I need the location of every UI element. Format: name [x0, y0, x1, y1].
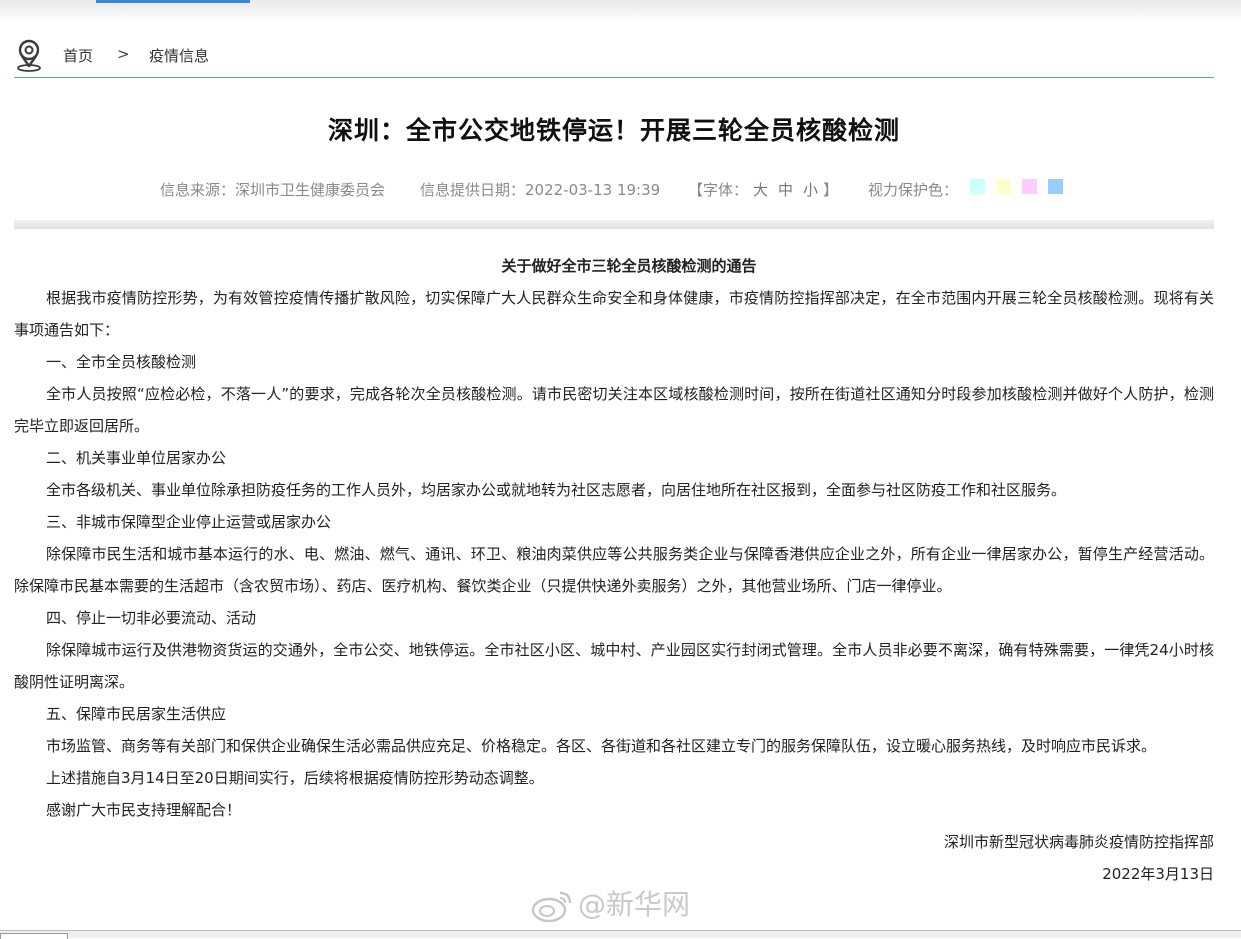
eye-color-swatch-blue[interactable] [1048, 179, 1063, 194]
section-heading: 二、机关事业单位居家办公 [46, 449, 227, 467]
watermark-text: @新华网 [578, 888, 691, 921]
font-size-large-button[interactable]: 大 [753, 181, 768, 199]
eye-color-swatch-cyan[interactable] [970, 179, 985, 194]
active-nav-indicator [96, 0, 250, 3]
content-divider [14, 220, 1214, 229]
font-size-label: 【字体： [688, 181, 749, 199]
font-size-small-button[interactable]: 小 [803, 181, 818, 199]
window-bottom-edge [0, 930, 1241, 939]
paragraph: 市场监管、商务等有关部门和保供企业确保生活必需品供应充足、价格稳定。各区、各街道… [46, 737, 1157, 755]
paragraph: 全市人员按照“应检必检，不落一人”的要求，完成各轮次全员核酸检测。请市民密切关注… [14, 385, 1214, 435]
watermark: @新华网 [530, 883, 720, 927]
eye-care-label: 视力保护色： [868, 181, 959, 199]
font-size-bracket: 】 [823, 181, 839, 199]
publish-date: 信息提供日期：2022-03-13 19:39 [420, 181, 661, 199]
font-size-medium-button[interactable]: 中 [778, 181, 793, 199]
breadcrumb-home-link[interactable]: 首页 [63, 45, 93, 66]
section-heading: 五、保障市民居家生活供应 [46, 705, 227, 723]
breadcrumb: 首页 > 疫情信息 [14, 36, 1214, 78]
paragraph: 根据我市疫情防控形势，为有效管控疫情传播扩散风险，切实保障广大人民群众生命安全和… [14, 289, 1214, 339]
paragraph: 上述措施自3月14日至20日期间实行，后续将根据疫情防控形势动态调整。 [46, 769, 544, 787]
section-heading: 三、非城市保障型企业停止运营或居家办公 [46, 513, 332, 531]
info-source: 信息来源：深圳市卫生健康委员会 [160, 181, 386, 199]
font-size-controls: 【字体：大中小】 [688, 179, 838, 200]
page-title: 深圳：全市公交地铁停运！开展三轮全员核酸检测 [327, 116, 900, 145]
paragraph: 全市各级机关、事业单位除承担防疫任务的工作人员外，均居家办公或就地转为社区志愿者… [46, 481, 1067, 499]
weibo-logo-icon [531, 891, 572, 923]
paragraph: 除保障城市运行及供港物资货运的交通外，全市公交、地铁停运。全市社区小区、城中村、… [14, 641, 1214, 691]
notice-title: 关于做好全市三轮全员核酸检测的通告 [501, 257, 757, 275]
signature: 深圳市新型冠状病毒肺炎疫情防控指挥部 [943, 833, 1214, 851]
location-pin-icon [17, 39, 41, 72]
breadcrumb-separator: > [117, 45, 130, 63]
eye-color-swatch-yellow[interactable] [996, 179, 1011, 194]
paragraph: 除保障市民生活和城市基本运行的水、电、燃油、燃气、通讯、环卫、粮油肉菜供应等公共… [14, 545, 1214, 595]
section-heading: 四、停止一切非必要流动、活动 [46, 609, 257, 627]
breadcrumb-current-link[interactable]: 疫情信息 [149, 45, 209, 66]
bottom-tab-stub [0, 933, 68, 939]
section-heading: 一、全市全员核酸检测 [46, 353, 197, 371]
paragraph: 感谢广大市民支持理解配合！ [46, 801, 242, 819]
eye-color-swatch-pink[interactable] [1022, 179, 1037, 194]
article-body: 关于做好全市三轮全员核酸检测的通告 根据我市疫情防控形势，为有效管控疫情传播扩散… [14, 250, 1214, 890]
browser-top-strip [0, 0, 1241, 22]
